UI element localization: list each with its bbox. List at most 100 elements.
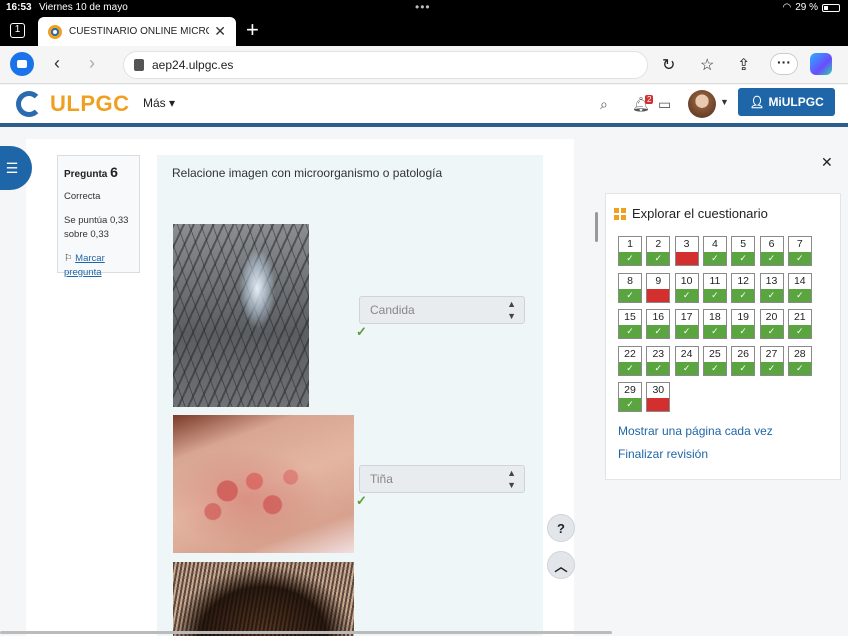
more-menu[interactable]: Más ▾: [143, 96, 175, 110]
question-nav-number: 24: [680, 347, 693, 360]
check-icon: ✓: [788, 361, 811, 375]
question-nav-button-2[interactable]: 2 ✓: [646, 236, 671, 266]
address-bar[interactable]: aep24.ulpgc.es: [123, 51, 648, 79]
question-nav-button-19[interactable]: 19 ✓: [731, 309, 756, 339]
finish-review-link[interactable]: Finalizar revisión: [618, 447, 708, 461]
question-nav-button-23[interactable]: 23 ✓: [646, 345, 671, 376]
workspace-icon[interactable]: [10, 52, 34, 76]
wifi-icon: ◠: [782, 2, 792, 13]
question-nav-button-28[interactable]: 28 ✓: [787, 345, 812, 376]
check-icon: ✓: [760, 288, 783, 302]
question-nav-button-27[interactable]: 27 ✓: [759, 345, 784, 376]
flag-question-link[interactable]: ⚐ Marcar pregunta: [64, 252, 133, 280]
question-nav-button-30[interactable]: 30: [646, 382, 671, 412]
select-arrows-icon: ▲ ▼: [507, 468, 516, 490]
question-nav-button-13[interactable]: 13 ✓: [759, 272, 784, 303]
multitask-dots-icon[interactable]: •••: [415, 0, 431, 14]
messages-icon[interactable]: ▭: [658, 96, 671, 113]
answer-select-2[interactable]: Tiña ▲ ▼: [359, 465, 525, 493]
question-nav-number: 5: [740, 238, 747, 250]
question-nav-button-25[interactable]: 25 ✓: [702, 345, 727, 376]
question-nav-button-4[interactable]: 4 ✓: [702, 236, 727, 266]
screen: 16:53 Viernes 10 de mayo ••• ◠ 29 % 1 CU…: [0, 0, 848, 636]
user-avatar[interactable]: [688, 90, 716, 118]
site-info-icon[interactable]: [134, 59, 144, 71]
check-icon: ✓: [703, 361, 726, 375]
check-icon: ✓: [788, 288, 811, 302]
tab-count-button[interactable]: 1: [10, 23, 25, 38]
check-icon: ✓: [760, 252, 783, 265]
favorites-icon[interactable]: ☆: [700, 55, 714, 75]
grid-icon: [614, 207, 626, 220]
battery-percent: 29 %: [795, 2, 818, 13]
question-nav-button-3[interactable]: 3: [674, 236, 699, 266]
vertical-scrollbar[interactable]: [595, 212, 598, 242]
check-icon: ✓: [619, 252, 641, 265]
check-icon: ✓: [647, 361, 670, 375]
question-nav-number: 16: [652, 311, 665, 323]
question-nav-button-20[interactable]: 20 ✓: [759, 309, 784, 339]
question-nav-number: 7: [796, 238, 803, 250]
question-nav-button-10[interactable]: 10 ✓: [674, 272, 699, 303]
question-nav-button-21[interactable]: 21 ✓: [787, 309, 812, 339]
more-options-icon[interactable]: ···: [770, 53, 798, 75]
question-nav-button-1[interactable]: 1 ✓: [618, 236, 642, 266]
question-nav-number: 8: [627, 274, 633, 287]
copilot-icon[interactable]: [810, 53, 832, 75]
question-nav-button-6[interactable]: 6 ✓: [759, 236, 784, 266]
battery-icon: [822, 3, 840, 12]
new-tab-icon[interactable]: +: [246, 17, 259, 43]
question-nav-button-14[interactable]: 14 ✓: [787, 272, 812, 303]
check-icon: ✓: [619, 361, 641, 375]
status-time: 16:53: [6, 2, 32, 13]
user-menu-chevron-down-icon[interactable]: ▼: [720, 97, 729, 107]
site-favicon-icon: [48, 24, 62, 39]
question-nav-button-26[interactable]: 26 ✓: [731, 345, 756, 376]
question-nav-button-12[interactable]: 12 ✓: [731, 272, 756, 303]
check-icon: ✓: [675, 288, 698, 302]
question-nav-number: 22: [624, 347, 636, 360]
question-nav-button-5[interactable]: 5 ✓: [731, 236, 756, 266]
browser-tab[interactable]: CUESTINARIO ONLINE MICRO ✕: [38, 17, 236, 46]
question-nav-button-11[interactable]: 11 ✓: [702, 272, 727, 303]
question-nav-button-7[interactable]: 7 ✓: [787, 236, 812, 266]
question-nav-number: 11: [709, 274, 721, 287]
question-nav-number: 14: [793, 274, 806, 287]
show-one-page-link[interactable]: Mostrar una página cada vez: [618, 424, 773, 438]
check-icon: ✓: [760, 325, 783, 338]
question-nav-button-8[interactable]: 8 ✓: [618, 272, 642, 303]
question-nav-button-18[interactable]: 18 ✓: [702, 309, 727, 339]
search-icon[interactable]: ⌕: [600, 96, 608, 113]
status-date: Viernes 10 de mayo: [39, 2, 128, 13]
question-label: Pregunta: [64, 169, 108, 180]
question-nav-button-24[interactable]: 24 ✓: [674, 345, 699, 376]
tab-bar: 1 CUESTINARIO ONLINE MICRO ✕ +: [0, 15, 848, 46]
question-nav-button-22[interactable]: 22 ✓: [618, 345, 642, 376]
check-icon: ✓: [788, 325, 811, 338]
status-right: ◠ 29 %: [782, 2, 840, 13]
question-nav-button-9[interactable]: 9: [646, 272, 671, 303]
notification-badge: 2: [645, 95, 654, 104]
ulpgc-logo-mark-icon: [16, 91, 44, 117]
user-icon: 👤︎: [749, 95, 765, 109]
incorrect-status: [675, 252, 698, 265]
back-icon[interactable]: ‹: [54, 53, 60, 74]
question-nav-button-15[interactable]: 15 ✓: [618, 309, 642, 339]
miulpgc-button[interactable]: 👤︎ MiULPGC: [738, 88, 835, 116]
forward-icon[interactable]: ›: [89, 53, 95, 74]
question-nav-button-17[interactable]: 17 ✓: [674, 309, 699, 339]
ulpgc-logo[interactable]: ULPGC: [16, 91, 130, 117]
horizontal-scrollbar[interactable]: [0, 631, 612, 634]
answer-select-1[interactable]: Candida ▲ ▼: [359, 296, 525, 324]
share-icon[interactable]: ⇪: [737, 55, 750, 75]
question-nav-button-29[interactable]: 29 ✓: [618, 382, 642, 412]
back-to-top-chevron-up-icon[interactable]: ︿: [547, 551, 575, 579]
select-arrows-icon: ▲ ▼: [507, 299, 516, 321]
help-button[interactable]: ?: [547, 514, 575, 542]
question-nav-number: 27: [765, 347, 778, 360]
close-drawer-icon[interactable]: ✕: [821, 154, 833, 171]
reload-icon[interactable]: ↻: [662, 55, 675, 75]
close-tab-icon[interactable]: ✕: [214, 23, 226, 40]
question-nav-button-16[interactable]: 16 ✓: [646, 309, 671, 339]
site-header: ULPGC Más ▾ ⌕ 🔔︎ 2 ▭ ▼ 👤︎ MiULPGC: [0, 85, 848, 127]
